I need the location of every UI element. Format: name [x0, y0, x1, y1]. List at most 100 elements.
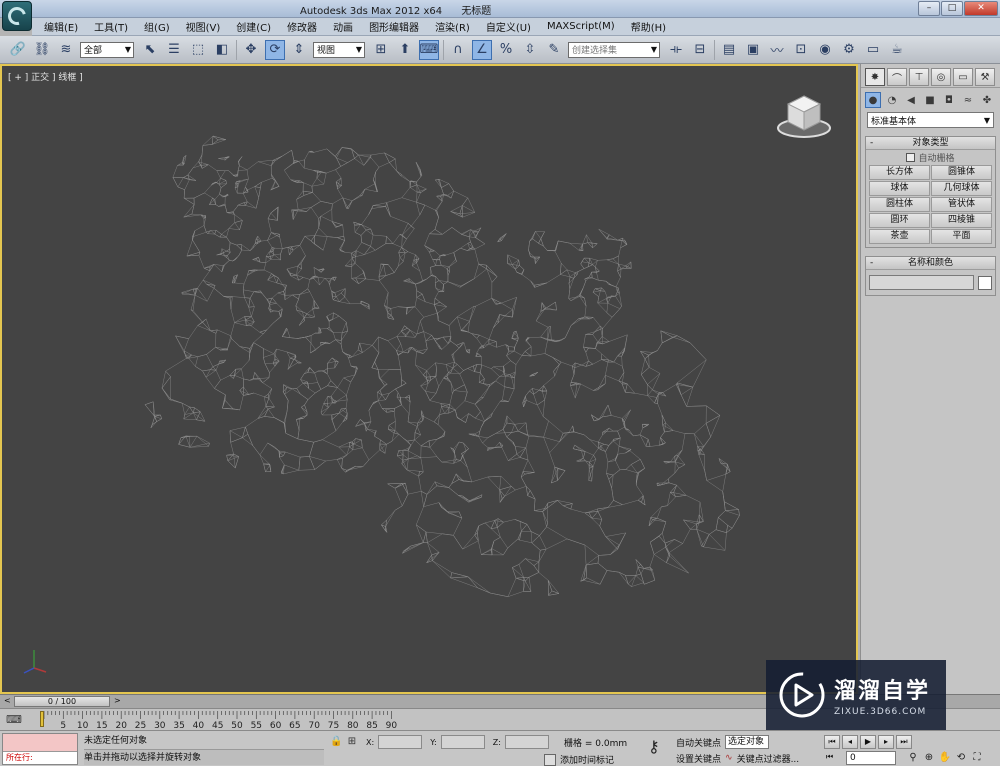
menu-item[interactable]: 编辑(E) — [36, 19, 86, 34]
align-icon[interactable]: ⊟ — [690, 40, 710, 60]
time-slider-prev[interactable]: < — [4, 696, 11, 705]
next-frame-icon[interactable]: ▸ — [878, 735, 894, 749]
menu-item[interactable]: 组(G) — [136, 19, 178, 34]
maxscript-listener[interactable]: 所在行: — [2, 733, 78, 765]
key-mode-icon[interactable]: ⏮ — [826, 752, 833, 762]
set-key-icon[interactable]: ⚷ — [648, 737, 660, 756]
key-filters-button[interactable]: 关键点过滤器... — [737, 752, 800, 765]
close-button[interactable]: ✕ — [964, 1, 998, 16]
object-type-button[interactable]: 平面 — [931, 229, 992, 244]
select-object-icon[interactable]: ⬉ — [140, 40, 160, 60]
x-field[interactable] — [378, 735, 423, 749]
mirror-icon[interactable]: ⟛ — [666, 40, 686, 60]
keyboard-shortcut-override-icon[interactable]: ⌨ — [419, 39, 439, 60]
prev-frame-icon[interactable]: ◂ — [842, 735, 858, 749]
object-type-button[interactable]: 四棱锥 — [931, 213, 992, 228]
rect-region-icon[interactable]: ⬚ — [188, 40, 208, 60]
reference-coord-dropdown[interactable]: 视图 ▼ — [313, 41, 365, 58]
auto-key-button[interactable]: 自动关键点 — [676, 736, 721, 749]
goto-start-icon[interactable]: ⏮ — [824, 735, 840, 749]
bind-spacewarp-icon[interactable]: ≋ — [56, 40, 76, 60]
render-setup-icon[interactable]: ⚙ — [839, 40, 859, 60]
time-slider-next[interactable]: > — [114, 696, 121, 705]
auto-key-selection[interactable]: 选定对象 — [725, 735, 770, 749]
layer-manager-icon[interactable]: ▤ — [719, 40, 739, 60]
geometry-icon[interactable]: ● — [865, 92, 881, 108]
object-type-button[interactable]: 几何球体 — [931, 181, 992, 196]
angle-snap-icon[interactable]: ∠ — [472, 39, 492, 60]
menu-item[interactable]: 自定义(U) — [478, 19, 539, 34]
select-by-name-icon[interactable]: ☰ — [164, 40, 184, 60]
object-type-button[interactable]: 管状体 — [931, 197, 992, 212]
zoom-icon[interactable]: ⚲ — [906, 751, 920, 764]
menu-item[interactable]: 渲染(R) — [427, 19, 478, 34]
set-key-button[interactable]: 设置关键点 — [676, 752, 721, 765]
minimize-button[interactable]: – — [918, 1, 940, 16]
unlink-icon[interactable]: ⛓ — [32, 40, 52, 60]
object-type-button[interactable]: 圆环 — [869, 213, 930, 228]
menu-item[interactable]: 动画 — [325, 19, 361, 34]
cameras-icon[interactable]: ■ — [922, 92, 938, 108]
current-frame-field[interactable]: 0 — [846, 751, 896, 765]
named-selection-dropdown[interactable]: 创建选择集 ▼ — [568, 41, 660, 58]
utilities-tab[interactable]: ⚒ — [975, 68, 995, 86]
add-time-tag[interactable]: 添加时间标记 — [544, 753, 614, 766]
z-field[interactable] — [504, 735, 549, 749]
spinner-snap-icon[interactable]: ⇳ — [520, 40, 540, 60]
object-type-button[interactable]: 球体 — [869, 181, 930, 196]
rendered-frame-icon[interactable]: ▭ — [863, 40, 883, 60]
helpers-icon[interactable]: ◘ — [941, 92, 957, 108]
menu-item[interactable]: MAXScript(M) — [539, 21, 623, 32]
object-type-button[interactable]: 圆柱体 — [869, 197, 930, 212]
time-slider-thumb[interactable]: 0 / 100 — [14, 696, 110, 707]
absolute-mode-icon[interactable]: ⊞ — [346, 736, 358, 748]
name-color-rollout-header[interactable]: - 名称和颜色 — [866, 257, 995, 270]
goto-end-icon[interactable]: ⏭ — [896, 735, 912, 749]
viewcube-icon[interactable] — [776, 92, 832, 140]
render-production-icon[interactable]: ☕ — [887, 40, 907, 60]
modify-tab[interactable]: ⌒ — [887, 68, 907, 86]
edit-named-selection-icon[interactable]: ✎ — [544, 40, 564, 60]
menu-item[interactable]: 修改器 — [279, 19, 325, 34]
autogrid-row[interactable]: 自动栅格 — [866, 150, 995, 164]
snap-icon[interactable]: ∩ — [448, 40, 468, 60]
maximize-button[interactable]: □ — [941, 1, 963, 16]
spacewarps-icon[interactable]: ≈ — [960, 92, 976, 108]
lock-icon[interactable]: 🔒 — [330, 736, 342, 748]
curve-editor-icon[interactable]: 〰 — [767, 40, 787, 60]
current-frame-marker[interactable] — [40, 711, 44, 727]
zoom-all-icon[interactable]: ⊕ — [922, 751, 936, 764]
object-type-rollout-header[interactable]: - 对象类型 — [866, 137, 995, 150]
object-type-button[interactable]: 茶壶 — [869, 229, 930, 244]
scale-icon[interactable]: ⇕ — [289, 40, 309, 60]
link-icon[interactable]: 🔗 — [8, 40, 28, 60]
lights-icon[interactable]: ◀ — [903, 92, 919, 108]
pan-icon[interactable]: ✋ — [938, 751, 952, 764]
systems-icon[interactable]: ✤ — [979, 92, 995, 108]
object-name-input[interactable] — [869, 275, 974, 290]
menu-item[interactable]: 图形编辑器 — [361, 19, 427, 34]
menu-item[interactable]: 创建(C) — [228, 19, 279, 34]
window-crossing-icon[interactable]: ◧ — [212, 40, 232, 60]
object-type-button[interactable]: 长方体 — [869, 165, 930, 180]
hierarchy-tab[interactable]: ⊤ — [909, 68, 929, 86]
pivot-icon[interactable]: ⊞ — [371, 40, 391, 60]
create-tab[interactable]: ✸ — [865, 68, 885, 86]
curve-editor-mini-icon[interactable]: ⌨ — [6, 713, 22, 726]
menu-item[interactable]: 视图(V) — [178, 19, 229, 34]
play-icon[interactable]: ▶ — [860, 735, 876, 749]
display-tab[interactable]: ▭ — [953, 68, 973, 86]
motion-tab[interactable]: ◎ — [931, 68, 951, 86]
application-button[interactable] — [2, 1, 32, 31]
maximize-viewport-icon[interactable]: ⛶ — [970, 751, 984, 764]
graphite-toggle-icon[interactable]: ▣ — [743, 40, 763, 60]
orbit-icon[interactable]: ⟲ — [954, 751, 968, 764]
shapes-icon[interactable]: ◔ — [884, 92, 900, 108]
perspective-viewport[interactable]: [ + ] 正交 ] 线框 ] — [0, 64, 858, 694]
rotate-icon[interactable]: ⟳ — [265, 39, 285, 60]
category-dropdown[interactable]: 标准基本体 ▼ — [867, 112, 994, 128]
viewport-label[interactable]: [ + ] 正交 ] 线框 ] — [8, 70, 83, 83]
schematic-view-icon[interactable]: ⊡ — [791, 40, 811, 60]
manipulate-icon[interactable]: ⬆ — [395, 40, 415, 60]
menu-item[interactable]: 工具(T) — [86, 19, 136, 34]
